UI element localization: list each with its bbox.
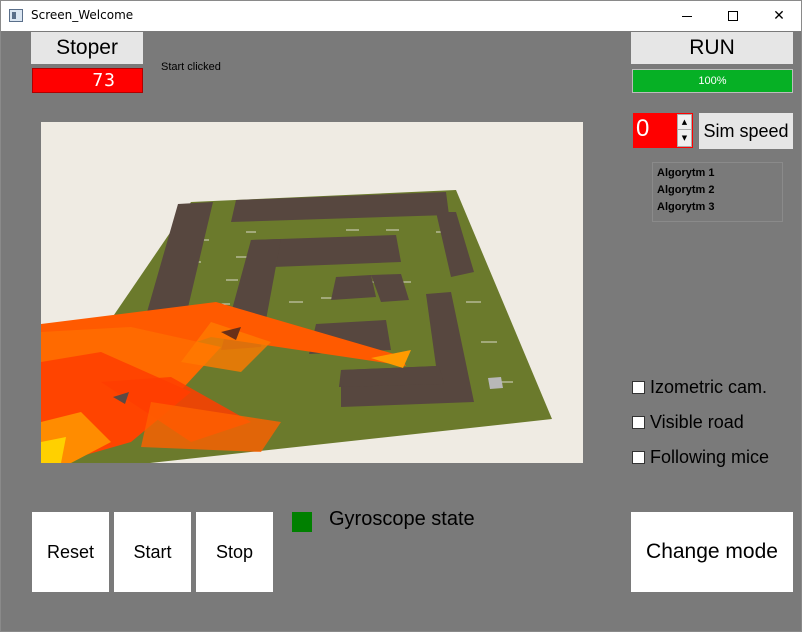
algorithm-list[interactable]: Algorytm 1 Algorytm 2 Algorytm 3 bbox=[652, 162, 783, 222]
maze-3d-viewport[interactable] bbox=[41, 122, 583, 463]
list-item[interactable]: Algorytm 3 bbox=[657, 200, 782, 217]
stoper-display: 73 bbox=[32, 68, 143, 93]
close-icon: ✕ bbox=[773, 8, 785, 24]
client-area: Stoper 73 Start clicked RUN 100% 0 ▲ ▼ S… bbox=[1, 31, 801, 631]
sim-speed-value[interactable]: 0 bbox=[636, 115, 649, 143]
spin-down-icon[interactable]: ▼ bbox=[678, 131, 691, 146]
isometric-cam-checkbox[interactable]: Izometric cam. bbox=[632, 377, 767, 398]
checkbox-box[interactable] bbox=[632, 381, 645, 394]
checkbox-label: Following mice bbox=[650, 447, 770, 467]
title-bar: Screen_Welcome ✕ bbox=[1, 1, 801, 31]
checkbox-label: Izometric cam. bbox=[650, 377, 768, 397]
minimize-icon bbox=[682, 15, 692, 17]
stoper-button[interactable]: Stoper bbox=[31, 32, 143, 64]
run-button[interactable]: RUN bbox=[631, 32, 793, 64]
checkbox-box[interactable] bbox=[632, 416, 645, 429]
progress-bar: 100% bbox=[632, 69, 793, 93]
status-label: Start clicked bbox=[161, 61, 221, 73]
sim-speed-button[interactable]: Sim speed bbox=[699, 113, 793, 149]
maze-scene bbox=[41, 190, 552, 463]
mouse-marker bbox=[488, 377, 503, 389]
window-title: Screen_Welcome bbox=[31, 8, 134, 22]
start-button[interactable]: Start bbox=[114, 512, 191, 592]
spin-arrows: ▲ ▼ bbox=[677, 114, 692, 147]
list-item[interactable]: Algorytm 2 bbox=[657, 183, 782, 200]
change-mode-button[interactable]: Change mode bbox=[631, 512, 793, 592]
visible-road-checkbox[interactable]: Visible road bbox=[632, 412, 744, 433]
minimize-button[interactable] bbox=[664, 1, 710, 31]
list-item[interactable]: Algorytm 1 bbox=[657, 166, 782, 183]
reset-button[interactable]: Reset bbox=[32, 512, 109, 592]
stop-button[interactable]: Stop bbox=[196, 512, 273, 592]
app-window: Screen_Welcome ✕ Stoper 73 Start clicked… bbox=[0, 0, 802, 632]
following-mice-checkbox[interactable]: Following mice bbox=[632, 447, 769, 468]
sim-speed-spinbox[interactable]: 0 ▲ ▼ bbox=[633, 113, 693, 148]
spin-up-icon[interactable]: ▲ bbox=[678, 115, 691, 130]
gyroscope-state-label: Gyroscope state bbox=[329, 508, 475, 530]
checkbox-box[interactable] bbox=[632, 451, 645, 464]
maximize-button[interactable] bbox=[710, 1, 756, 31]
progress-label: 100% bbox=[698, 75, 727, 87]
maximize-icon bbox=[728, 11, 738, 21]
gyroscope-state-indicator bbox=[292, 512, 312, 532]
close-button[interactable]: ✕ bbox=[756, 1, 802, 31]
checkbox-label: Visible road bbox=[650, 412, 744, 432]
app-icon bbox=[9, 9, 23, 22]
